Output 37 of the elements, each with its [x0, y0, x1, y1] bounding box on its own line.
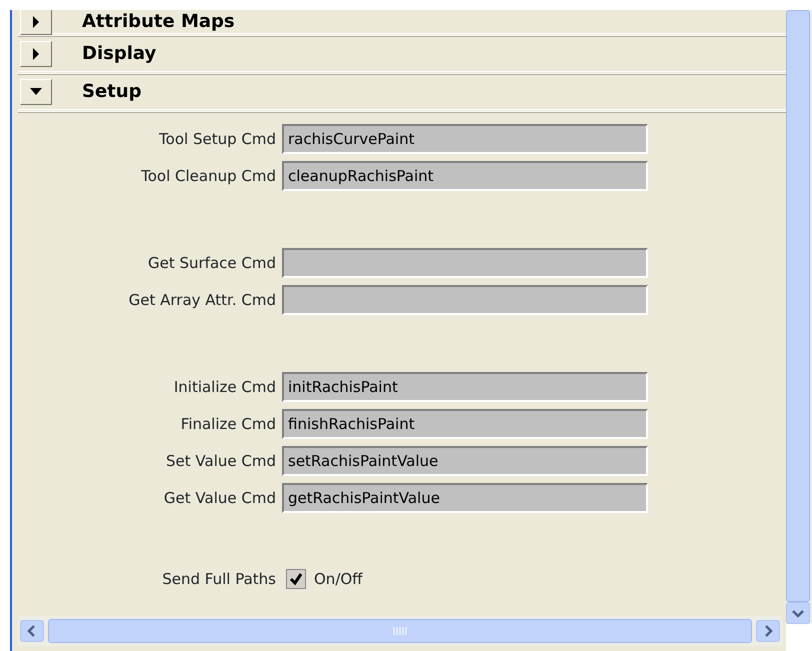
input-field[interactable]: setRachisPaintValue	[282, 446, 648, 476]
field-label: Set Value Cmd	[165, 450, 277, 472]
chevron-left-icon	[27, 625, 37, 637]
scroll-right-button[interactable]	[756, 620, 780, 642]
field-label: Get Value Cmd	[162, 488, 277, 509]
field-label: Get Surface Cmd	[146, 252, 277, 274]
field-label: Initialize Cmd	[172, 376, 277, 398]
scrollbar-thumb[interactable]	[48, 619, 752, 643]
caret-icon	[30, 88, 42, 96]
scroll-down-button[interactable]	[786, 602, 810, 624]
input-field[interactable]: finishRachisPaint	[282, 409, 648, 439]
input-field[interactable]: cleanupRachisPaint	[282, 161, 648, 191]
chevron-down-icon	[792, 608, 804, 618]
input-field[interactable]: getRachisPaintValue	[282, 483, 648, 513]
input-field[interactable]	[282, 248, 648, 278]
field-label: Send Full Paths	[161, 568, 277, 590]
grip-icon	[393, 626, 407, 636]
input-field[interactable]: initRachisPaint	[282, 372, 648, 402]
scrollbar-thumb[interactable]	[786, 10, 810, 602]
input-field[interactable]	[282, 285, 648, 315]
section-title[interactable]: Display	[82, 40, 156, 67]
field-label: Tool Setup Cmd	[158, 128, 277, 150]
checkbox-label[interactable]: On/Off	[314, 568, 363, 590]
caret-icon	[32, 16, 40, 28]
expand-toggle[interactable]	[20, 78, 52, 104]
scroll-left-button[interactable]	[20, 620, 44, 642]
field-label: Tool Cleanup Cmd	[140, 166, 277, 187]
section-title[interactable]: Setup	[82, 78, 142, 105]
field-label: Finalize Cmd	[180, 414, 277, 435]
checkbox[interactable]	[286, 569, 306, 589]
expand-toggle[interactable]	[20, 40, 52, 66]
chevron-right-icon	[763, 625, 773, 637]
caret-icon	[32, 48, 40, 60]
section-title[interactable]: Attribute Maps	[82, 10, 235, 35]
expand-toggle[interactable]	[20, 10, 52, 34]
field-label: Get Array Attr. Cmd	[128, 290, 277, 311]
input-field[interactable]: rachisCurvePaint	[282, 124, 648, 154]
